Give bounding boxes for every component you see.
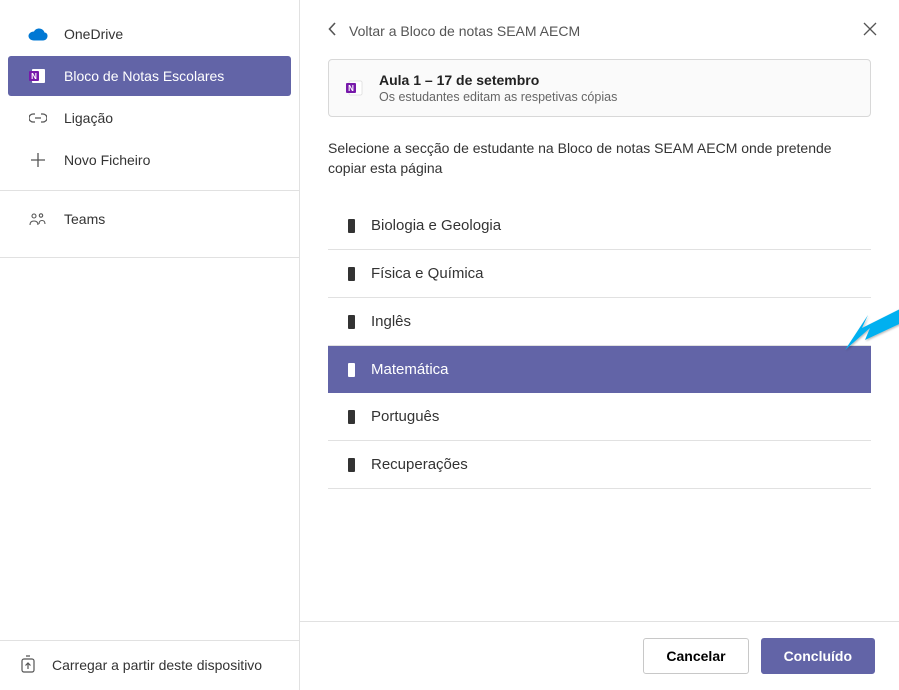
onedrive-icon (28, 24, 48, 44)
section-icon (348, 363, 355, 377)
card-title: Aula 1 – 17 de setembro (379, 72, 617, 88)
section-label: Português (371, 408, 439, 425)
sidebar-item-label: Ligação (64, 110, 113, 126)
svg-text:N: N (348, 84, 354, 93)
section-icon (348, 267, 355, 281)
sidebar-item-label: Teams (64, 211, 105, 227)
sidebar-item-class-notebook[interactable]: N Bloco de Notas Escolares (8, 56, 291, 96)
card-subtitle: Os estudantes editam as respetivas cópia… (379, 90, 617, 104)
sidebar-footer-label: Carregar a partir deste dispositivo (52, 656, 262, 674)
onenote-icon: N (28, 66, 48, 86)
back-label: Voltar a Bloco de notas SEAM AECM (349, 23, 580, 39)
chevron-left-icon (328, 22, 337, 39)
section-item[interactable]: Português (328, 393, 871, 441)
sidebar-item-new-file[interactable]: Novo Ficheiro (8, 140, 291, 180)
section-item[interactable]: Física e Química (328, 250, 871, 298)
sidebar-item-label: Novo Ficheiro (64, 152, 150, 168)
close-button[interactable] (863, 22, 877, 41)
onenote-icon: N (345, 78, 365, 98)
back-button[interactable]: Voltar a Bloco de notas SEAM AECM (328, 22, 580, 39)
cancel-button[interactable]: Cancelar (643, 638, 748, 674)
section-label: Física e Química (371, 265, 484, 282)
sidebar-item-link[interactable]: Ligação (8, 98, 291, 138)
section-list: Biologia e Geologia Física e Química Ing… (328, 202, 871, 489)
section-item[interactable]: Recuperações (328, 441, 871, 489)
section-item[interactable]: Biologia e Geologia (328, 202, 871, 250)
link-icon (28, 108, 48, 128)
sidebar-item-teams[interactable]: Teams (8, 199, 291, 239)
section-label: Biologia e Geologia (371, 217, 501, 234)
assignment-card: N Aula 1 – 17 de setembro Os estudantes … (328, 59, 871, 117)
upload-icon (20, 655, 36, 676)
section-icon (348, 219, 355, 233)
sidebar: OneDrive N Bloco de Notas Escolares Liga… (0, 0, 300, 690)
svg-text:N: N (31, 72, 37, 81)
section-icon (348, 458, 355, 472)
sidebar-item-label: Bloco de Notas Escolares (64, 68, 224, 84)
teams-icon (28, 209, 48, 229)
section-icon (348, 410, 355, 424)
section-item-selected[interactable]: Matemática (328, 346, 871, 393)
main-panel: Voltar a Bloco de notas SEAM AECM N Aula… (300, 0, 899, 690)
plus-icon (28, 150, 48, 170)
section-icon (348, 315, 355, 329)
sidebar-upload-device[interactable]: Carregar a partir deste dispositivo (0, 640, 299, 690)
section-label: Recuperações (371, 456, 468, 473)
section-label: Inglês (371, 313, 411, 330)
sidebar-item-onedrive[interactable]: OneDrive (8, 14, 291, 54)
dialog-footer: Cancelar Concluído (300, 621, 899, 690)
section-item[interactable]: Inglês (328, 298, 871, 346)
instruction-text: Selecione a secção de estudante na Bloco… (328, 139, 871, 178)
sidebar-item-label: OneDrive (64, 26, 123, 42)
section-label: Matemática (371, 361, 449, 378)
done-button[interactable]: Concluído (761, 638, 875, 674)
